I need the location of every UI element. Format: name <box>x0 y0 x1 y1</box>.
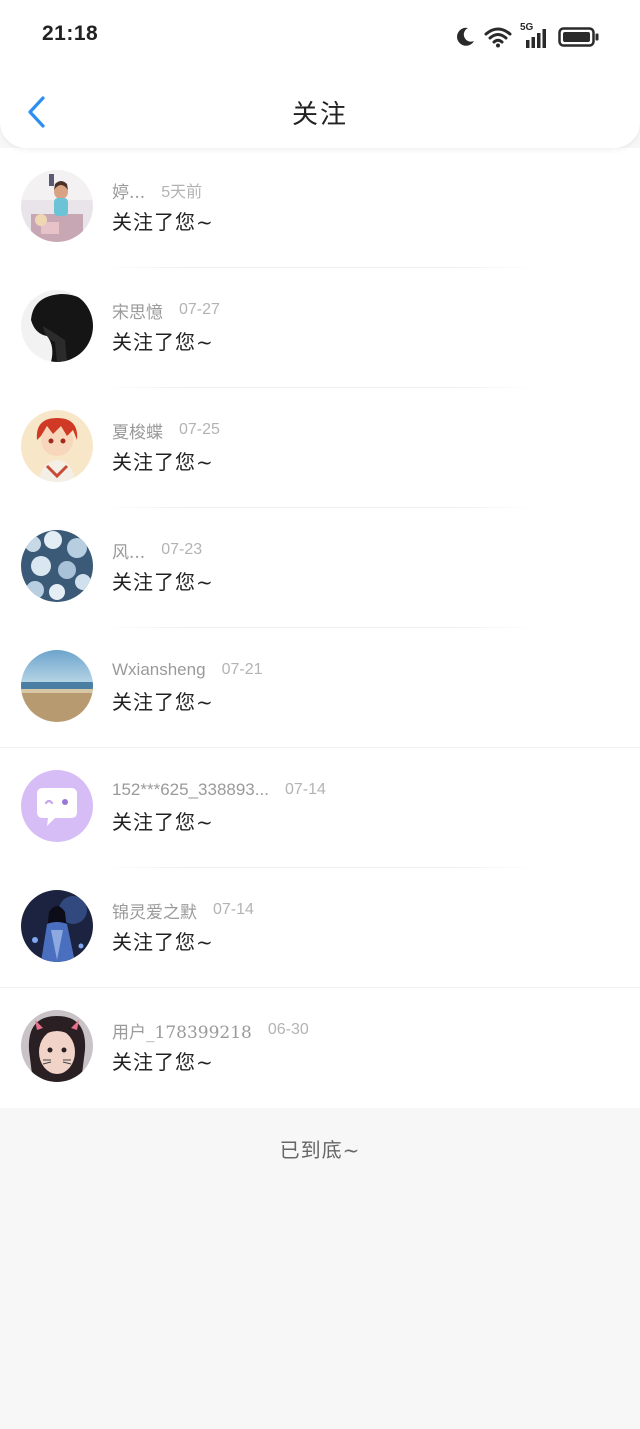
action-text: 关注了您~ <box>112 1050 214 1074</box>
list-item[interactable]: 风... 07-23 关注了您~ <box>0 508 640 628</box>
user-name[interactable]: 风... <box>112 538 145 563</box>
list-item[interactable]: 夏梭蝶 07-25 关注了您~ <box>0 388 640 508</box>
status-bar: 21:18 5G <box>0 0 640 72</box>
list-item[interactable]: 用户_178399218 06-30 关注了您~ <box>0 988 640 1108</box>
item-meta: 宋思憶 07-27 <box>112 298 220 323</box>
action-text: 关注了您~ <box>112 930 214 954</box>
action-text: 关注了您~ <box>112 690 214 714</box>
timestamp: 07-14 <box>213 901 254 918</box>
user-name[interactable]: 152***625_338893... <box>112 780 269 800</box>
avatar[interactable] <box>21 290 93 362</box>
avatar[interactable] <box>21 770 93 842</box>
user-name[interactable]: 婷... <box>112 178 145 203</box>
timestamp: 07-14 <box>284 781 326 798</box>
list-item[interactable]: 婷... 5天前 关注了您~ <box>0 148 640 268</box>
end-of-list-text: 已到底~ <box>279 1138 361 1162</box>
avatar[interactable] <box>21 170 93 242</box>
timestamp: 07-23 <box>161 541 203 558</box>
item-meta: 婷... 5天前 <box>112 178 203 203</box>
page-title: 关注 <box>291 100 348 130</box>
timestamp: 07-21 <box>221 661 263 678</box>
avatar[interactable] <box>21 650 93 722</box>
network-type-label: 5G <box>520 22 534 33</box>
timestamp: 5天前 <box>161 184 203 201</box>
list-item[interactable]: 宋思憶 07-27 关注了您~ <box>0 268 640 388</box>
list-item[interactable]: Wxiansheng 07-21 关注了您~ <box>0 628 640 748</box>
item-meta: 锦灵爱之默 07-14 <box>112 898 254 923</box>
user-name[interactable]: 用户_178399218 <box>112 1018 252 1043</box>
moon-icon <box>454 26 476 48</box>
list-item[interactable]: 锦灵爱之默 07-14 关注了您~ <box>0 868 640 988</box>
top-header: 21:18 5G 关注 <box>0 0 640 148</box>
action-text: 关注了您~ <box>112 570 214 594</box>
item-meta: 用户_178399218 06-30 <box>112 1018 309 1043</box>
avatar[interactable] <box>21 890 93 962</box>
timestamp: 07-25 <box>179 421 220 438</box>
cellular-signal-icon: 5G <box>520 22 550 48</box>
follow-notification-list: 婷... 5天前 关注了您~ 宋思憶 07-27 关注了您~ 夏梭蝶 07-25… <box>0 148 640 1108</box>
status-icons: 5G <box>454 22 600 52</box>
item-meta: 风... 07-23 <box>112 538 203 563</box>
action-text: 关注了您~ <box>112 330 214 354</box>
list-item[interactable]: 152***625_338893... 07-14 关注了您~ <box>0 748 640 868</box>
timestamp: 07-27 <box>179 301 220 318</box>
user-name[interactable]: 夏梭蝶 <box>112 418 163 443</box>
avatar[interactable] <box>21 410 93 482</box>
item-meta: 152***625_338893... 07-14 <box>112 778 326 802</box>
wifi-icon <box>484 26 512 48</box>
avatar[interactable] <box>21 530 93 602</box>
action-text: 关注了您~ <box>112 810 214 834</box>
avatar[interactable] <box>21 1010 93 1082</box>
status-time: 21:18 <box>42 22 99 45</box>
action-text: 关注了您~ <box>112 210 214 234</box>
item-meta: Wxiansheng 07-21 <box>112 658 262 682</box>
battery-icon <box>558 26 600 48</box>
item-meta: 夏梭蝶 07-25 <box>112 418 220 443</box>
user-name[interactable]: 锦灵爱之默 <box>112 898 197 923</box>
user-name[interactable]: Wxiansheng <box>112 660 206 680</box>
user-name[interactable]: 宋思憶 <box>112 298 163 323</box>
timestamp: 06-30 <box>267 1021 309 1038</box>
action-text: 关注了您~ <box>112 450 214 474</box>
